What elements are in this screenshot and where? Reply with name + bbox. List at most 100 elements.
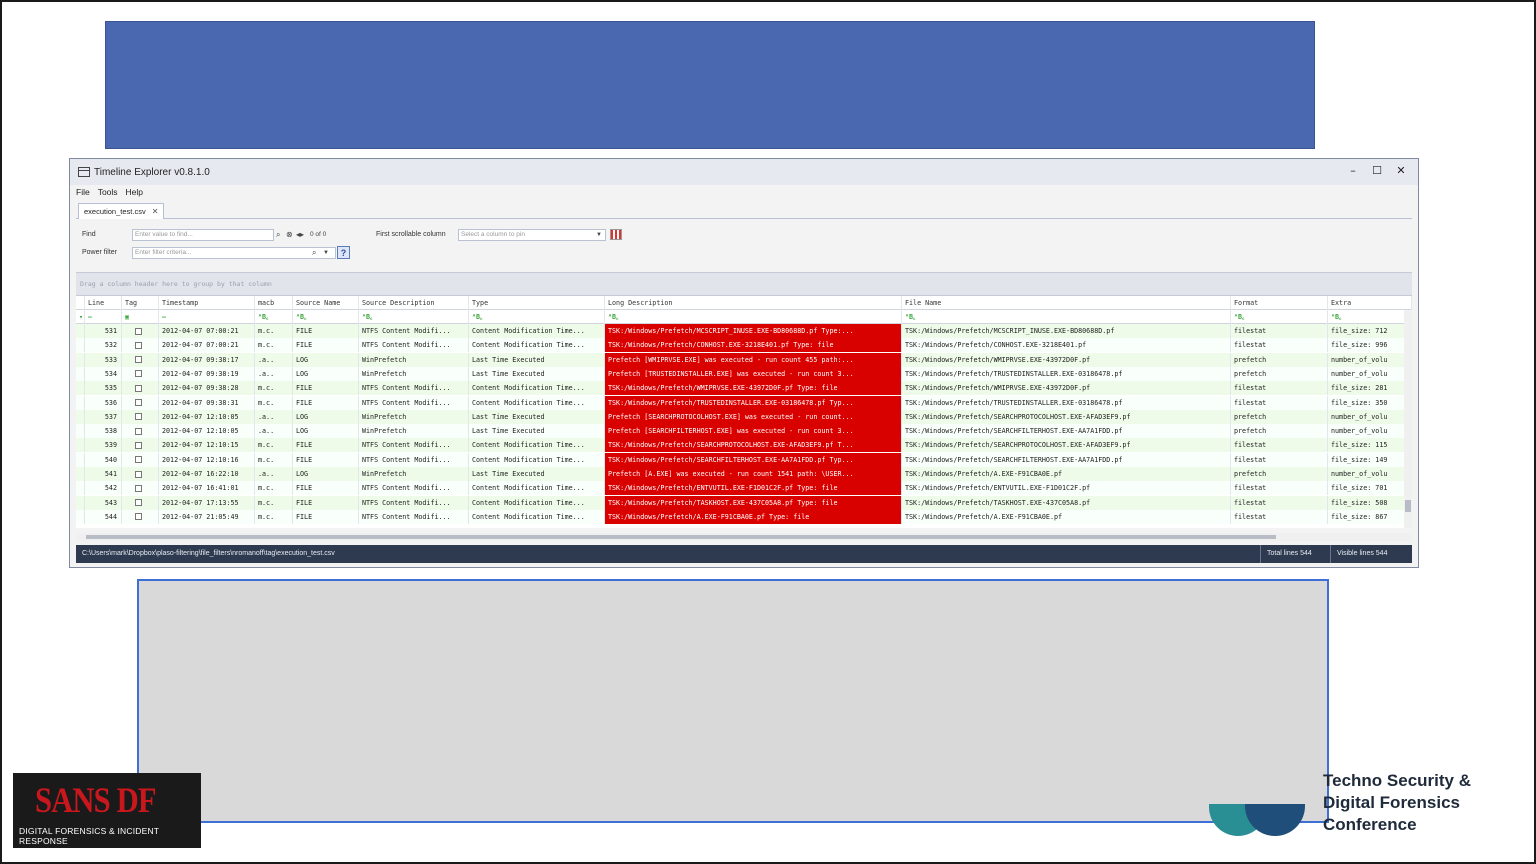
tag-checkbox[interactable]	[122, 324, 159, 338]
tag-checkbox[interactable]	[122, 467, 159, 481]
cell-type: Content Modification Time...	[469, 381, 605, 396]
clear-icon[interactable]: ⊗	[286, 229, 293, 241]
horizontal-scroll-thumb[interactable]	[86, 535, 1276, 539]
checkbox-icon[interactable]	[135, 499, 142, 507]
column-header-source-name[interactable]: Source Name	[293, 296, 359, 310]
pin-column-select[interactable]: Select a column to pin	[458, 229, 606, 241]
table-row[interactable]: 536 2012-04-07 09:38:31 m.c. FILE NTFS Conte…	[76, 395, 1412, 410]
column-header-macb[interactable]: macb	[255, 296, 293, 310]
checkbox-icon[interactable]	[135, 370, 142, 378]
tab-label: execution_test.csv	[84, 207, 146, 216]
tag-checkbox[interactable]	[122, 352, 159, 367]
tab-execution-test[interactable]: execution_test.csv ✕	[78, 203, 165, 219]
table-row[interactable]: 538 2012-04-07 12:10:05 .a.. LOG WinPrefetch…	[76, 424, 1412, 439]
column-header-timestamp[interactable]: Timestamp	[159, 296, 255, 310]
table-row[interactable]: 531 2012-04-07 07:00:21 m.c. FILE NTFS Conte…	[76, 324, 1412, 338]
column-filter-long-description[interactable]: ᴬB꜀	[605, 310, 902, 324]
column-header-file-name[interactable]: File Name	[902, 296, 1231, 310]
filter-dropdown-icon[interactable]: ▼	[323, 247, 329, 259]
document-tabstrip: execution_test.csv ✕	[76, 203, 1412, 219]
column-header-extra[interactable]: Extra	[1328, 296, 1412, 310]
power-filter-input[interactable]: Enter filter criteria...	[132, 247, 336, 259]
checkbox-icon[interactable]	[135, 341, 142, 349]
menu-file[interactable]: File	[76, 187, 90, 201]
cell-format: prefetch	[1231, 409, 1328, 424]
horizontal-scrollbar[interactable]	[76, 533, 1412, 541]
table-row[interactable]: 534 2012-04-07 09:38:19 .a.. LOG WinPrefetch…	[76, 366, 1412, 381]
table-row[interactable]: 544 2012-04-07 21:05:49 m.c. FILE NTFS Conte…	[76, 509, 1412, 524]
tag-checkbox[interactable]	[122, 495, 159, 510]
checkbox-icon[interactable]	[135, 470, 142, 478]
table-row[interactable]: 532 2012-04-07 07:00:21 m.c. FILE NTFS Conte…	[76, 338, 1412, 353]
tag-checkbox[interactable]	[122, 395, 159, 410]
column-header-type[interactable]: Type	[469, 296, 605, 310]
column-header-line[interactable]: Line	[85, 296, 122, 310]
group-by-bar[interactable]: Drag a column header here to group by th…	[76, 272, 1412, 296]
checkbox-icon[interactable]	[135, 441, 142, 449]
find-input[interactable]: Enter value to find...	[132, 229, 274, 241]
close-button[interactable]: ✕	[1394, 163, 1408, 179]
tag-checkbox[interactable]	[122, 338, 159, 353]
tag-checkbox[interactable]	[122, 381, 159, 396]
column-header-source-description[interactable]: Source Description	[359, 296, 469, 310]
menu-help[interactable]: Help	[126, 187, 143, 201]
column-header-tag[interactable]: Tag	[122, 296, 159, 310]
column-filter-line[interactable]: —	[85, 310, 122, 324]
vertical-scroll-thumb[interactable]	[1405, 500, 1411, 512]
timeline-grid: Line Tag Timestamp macb Source Name Source De…	[76, 296, 1412, 528]
cell-type: Last Time Executed	[469, 409, 605, 424]
table-row[interactable]: 533 2012-04-07 09:38:17 .a.. LOG WinPrefetch…	[76, 352, 1412, 367]
checkbox-icon[interactable]	[135, 399, 142, 406]
chevron-down-icon[interactable]: ▼	[596, 229, 602, 241]
column-header-long-description[interactable]: Long Description	[605, 296, 902, 310]
column-filter-macb[interactable]: ᴬB꜀	[255, 310, 293, 324]
tag-checkbox[interactable]	[122, 366, 159, 381]
minimize-button[interactable]: –	[1346, 163, 1360, 179]
column-filter-tag[interactable]: ▣	[122, 310, 159, 324]
table-row[interactable]: 535 2012-04-07 09:38:28 m.c. FILE NTFS Conte…	[76, 381, 1412, 396]
checkbox-icon[interactable]	[135, 456, 142, 464]
cell-extra: number_of_volu	[1328, 409, 1412, 424]
table-row[interactable]: 540 2012-04-07 12:10:16 m.c. FILE NTFS Conte…	[76, 452, 1412, 467]
row-indicator	[76, 509, 85, 524]
checkbox-icon[interactable]	[135, 356, 142, 364]
column-filter-type[interactable]: ᴬB꜀	[469, 310, 605, 324]
tab-close-icon[interactable]: ✕	[152, 204, 159, 219]
checkbox-icon[interactable]	[135, 513, 142, 521]
menu-tools[interactable]: Tools	[98, 187, 118, 201]
tag-checkbox[interactable]	[122, 481, 159, 496]
table-row[interactable]: 542 2012-04-07 16:41:01 m.c. FILE NTFS Conte…	[76, 481, 1412, 496]
filter-row-icon[interactable]: ▾	[76, 310, 85, 324]
help-button[interactable]: ?	[337, 246, 350, 259]
tag-checkbox[interactable]	[122, 452, 159, 467]
column-filter-source-name[interactable]: ᴬB꜀	[293, 310, 359, 324]
table-row[interactable]: 543 2012-04-07 17:13:55 m.c. FILE NTFS Conte…	[76, 495, 1412, 510]
maximize-button[interactable]: ☐	[1370, 163, 1384, 179]
checkbox-icon[interactable]	[135, 413, 142, 421]
table-row[interactable]: 541 2012-04-07 16:22:10 .a.. LOG WinPrefetch…	[76, 467, 1412, 481]
search-icon[interactable]: ⌕	[276, 229, 280, 241]
column-filter-file-name[interactable]: ᴬB꜀	[902, 310, 1231, 324]
tag-checkbox[interactable]	[122, 509, 159, 524]
table-row[interactable]: 539 2012-04-07 12:10:15 m.c. FILE NTFS Conte…	[76, 438, 1412, 453]
checkbox-icon[interactable]	[135, 384, 142, 392]
checkbox-icon[interactable]	[135, 484, 142, 492]
filter-search-icon[interactable]: ⌕	[312, 247, 316, 259]
column-filter-format[interactable]: ᴬB꜀	[1231, 310, 1328, 324]
checkbox-icon[interactable]	[135, 327, 142, 335]
vertical-scrollbar[interactable]	[1404, 310, 1412, 528]
tag-checkbox[interactable]	[122, 424, 159, 439]
column-filter-extra[interactable]: ᴬB꜀	[1328, 310, 1412, 324]
tag-checkbox[interactable]	[122, 438, 159, 453]
table-row[interactable]: 537 2012-04-07 12:10:05 .a.. LOG WinPrefetch…	[76, 409, 1412, 424]
column-filter-source-description[interactable]: ᴬB꜀	[359, 310, 469, 324]
tag-checkbox[interactable]	[122, 409, 159, 424]
clear-pin-icon[interactable]	[610, 229, 622, 240]
row-indicator-header[interactable]	[76, 296, 85, 310]
column-header-format[interactable]: Format	[1231, 296, 1328, 310]
cell-timestamp: 2012-04-07 07:00:21	[159, 338, 255, 353]
prev-next-icon[interactable]: ◂▸	[296, 229, 304, 241]
cell-source-description: NTFS Content Modifi...	[359, 495, 469, 510]
checkbox-icon[interactable]	[135, 427, 142, 435]
column-filter-timestamp[interactable]: —	[159, 310, 255, 324]
